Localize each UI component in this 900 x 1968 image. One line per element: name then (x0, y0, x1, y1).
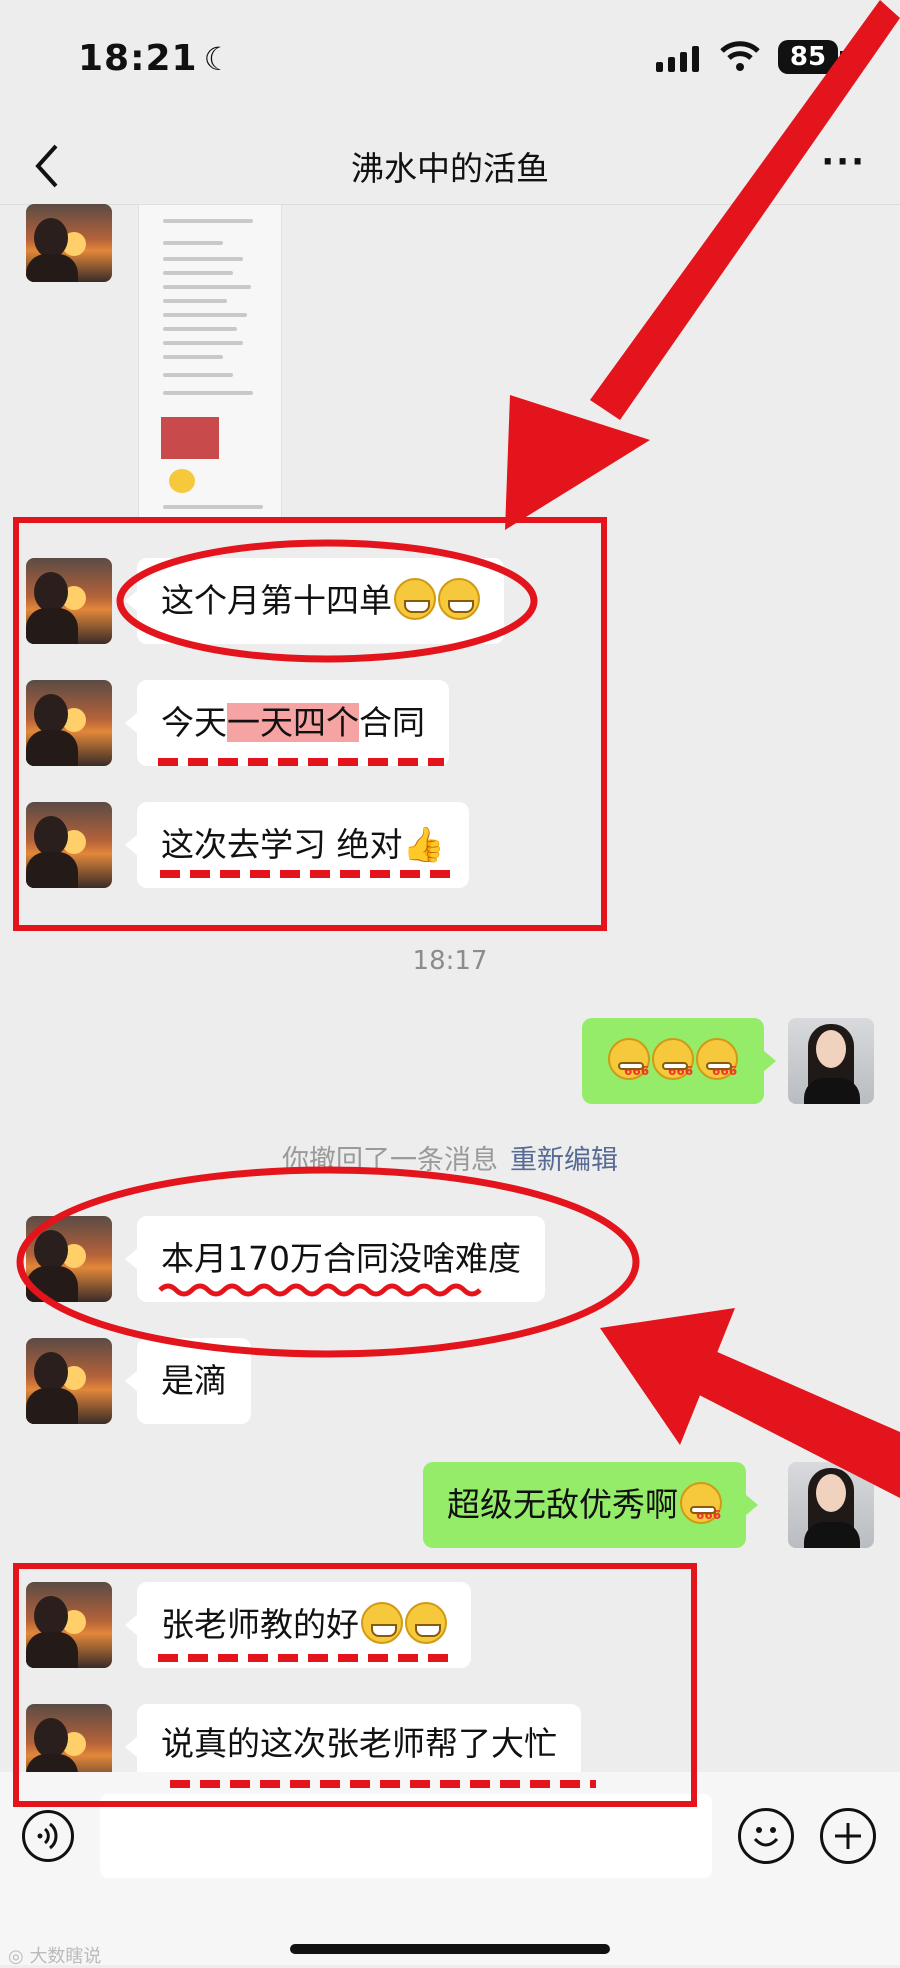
more-icon[interactable]: ··· (821, 142, 866, 182)
watermark-text: 大数瞎说 (29, 1946, 102, 1967)
battery-indicator: 85 (778, 40, 844, 74)
message-text: 本月170万合同没啥难度 (161, 1239, 521, 1278)
message-text: 说真的这次张老师帮了大忙 (161, 1724, 557, 1763)
message-bubble-self[interactable]: 超级无敌优秀啊 (423, 1462, 758, 1558)
contact-avatar[interactable] (26, 1216, 112, 1302)
message-input[interactable] (100, 1794, 712, 1878)
666-emoji-icon (652, 1028, 694, 1114)
chat-header: 沸水中的活鱼 ··· (0, 130, 900, 205)
message-text: 这个月第十四单 (161, 581, 392, 620)
666-emoji-icon (680, 1472, 722, 1558)
message-bubble-self[interactable] (582, 1018, 776, 1114)
grin-emoji-icon (438, 578, 480, 620)
message-bubble[interactable]: 这个月第十四单 (125, 558, 504, 644)
watermark-logo-icon: ◎ (8, 1946, 30, 1967)
highlighted-text: 一天四个 (227, 703, 359, 742)
contact-avatar[interactable] (26, 1338, 112, 1424)
message-bubble[interactable]: 今天一天四个合同 (125, 680, 449, 766)
home-indicator[interactable] (290, 1944, 610, 1954)
message-text: 超级无敌优秀啊 (447, 1485, 678, 1524)
status-bar: 18:21 ☾ 85 (0, 0, 900, 130)
thumbs-up-emoji-icon: 👍 (402, 825, 445, 865)
666-emoji-icon (608, 1028, 650, 1114)
self-avatar[interactable] (788, 1462, 874, 1548)
chat-title: 沸水中的活鱼 (351, 149, 549, 188)
watermark: ◎ 大数瞎说 (8, 1942, 101, 1968)
contact-avatar[interactable] (26, 680, 112, 766)
message-text: 今天 (161, 703, 227, 742)
status-time-text: 18:21 (78, 38, 198, 79)
contact-avatar[interactable] (26, 204, 112, 282)
signal-icon (656, 46, 699, 72)
grin-emoji-icon (394, 578, 436, 620)
contact-avatar[interactable] (26, 1582, 112, 1668)
message-text: 合同 (359, 703, 425, 742)
recall-notice: 你撤回了一条消息 重新编辑 (0, 1138, 900, 1177)
message-bubble[interactable]: 这次去学习 绝对👍 (125, 802, 469, 888)
chat-timestamp: 18:17 (412, 946, 488, 976)
status-time: 18:21 ☾ (78, 38, 233, 79)
emoji-icon[interactable] (738, 1808, 794, 1864)
grin-emoji-icon (361, 1602, 403, 1644)
annotation-overlay (13, 0, 900, 1807)
message-text: 这次去学习 绝对 (161, 825, 403, 864)
wifi-icon (720, 41, 760, 71)
voice-icon[interactable] (22, 1810, 74, 1862)
message-text: 是滴 (161, 1361, 227, 1400)
contact-avatar[interactable] (26, 802, 112, 888)
grin-emoji-icon (405, 1602, 447, 1644)
contact-avatar[interactable] (26, 558, 112, 644)
666-emoji-icon (696, 1028, 738, 1114)
message-bubble[interactable]: 本月170万合同没啥难度 (125, 1216, 545, 1302)
message-bubble[interactable]: 张老师教的好 (125, 1582, 471, 1668)
plus-icon[interactable] (820, 1808, 876, 1864)
shared-screenshot-image[interactable] (138, 204, 282, 518)
moon-icon: ☾ (203, 40, 234, 78)
recall-notice-text: 你撤回了一条消息 (282, 1145, 498, 1176)
message-bubble[interactable]: 说真的这次张老师帮了大忙 (125, 1704, 581, 1772)
re-edit-link[interactable]: 重新编辑 (510, 1145, 618, 1176)
input-bar (0, 1772, 900, 1965)
message-text: 张老师教的好 (161, 1605, 359, 1644)
message-bubble[interactable]: 是滴 (125, 1338, 251, 1424)
self-avatar[interactable] (788, 1018, 874, 1104)
